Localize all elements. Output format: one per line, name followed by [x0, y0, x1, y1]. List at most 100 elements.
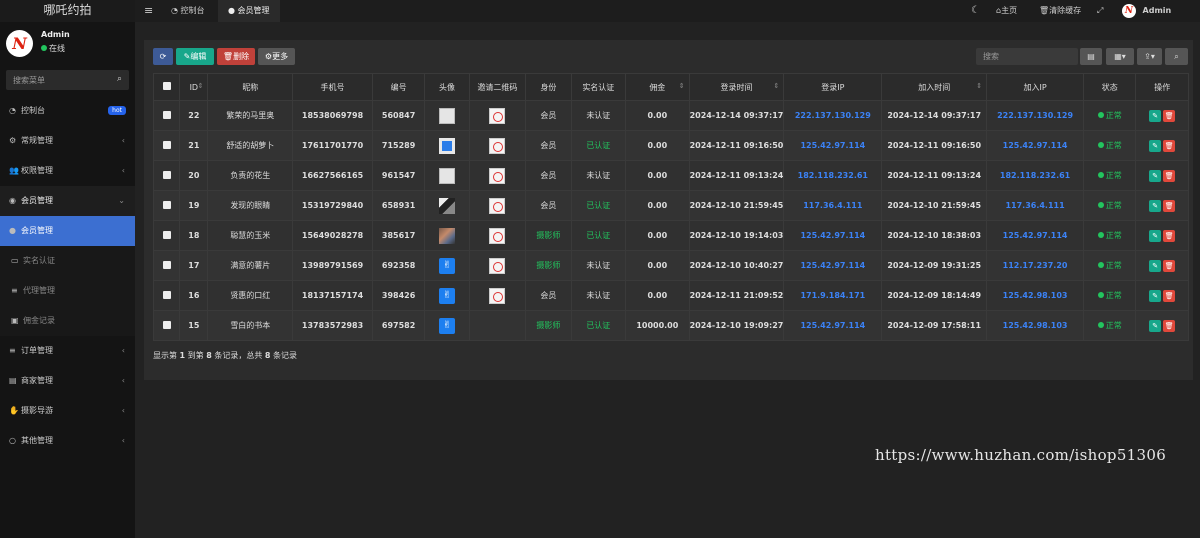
theme-moon-icon[interactable]: ☾ — [971, 0, 980, 22]
sidebar-item-4[interactable]: ● 会员管理 — [0, 216, 135, 246]
row-checkbox-cell[interactable] — [152, 220, 181, 251]
edit-row-button[interactable]: ✎ — [1149, 109, 1162, 122]
tab-dashboard[interactable]: ◔ 控制台 — [163, 0, 213, 22]
table-row[interactable]: 16 贤惠的口红 18137157174 398426 ✌ 会员 未认证 0.00 2024-1… — [152, 280, 1189, 311]
cell-login_ip[interactable]: 117.36.4.111 — [783, 190, 883, 221]
sidebar-item-0[interactable]: ◔ 控制台 hot — [0, 96, 135, 126]
table-row[interactable]: 17 满意的薯片 13989791569 692358 ✌ 摄影师 未认证 0.00 2024-… — [152, 250, 1189, 281]
search-toggle-icon[interactable]: ⌕ — [1165, 48, 1188, 65]
cell-login_ip[interactable]: 182.118.232.61 — [783, 160, 883, 191]
table-row[interactable]: 21 舒适的胡萝卜 17611701770 715289 会员 已认证 0.00 2024-1… — [152, 130, 1189, 161]
sort-icon[interactable]: ⇕ — [774, 82, 780, 90]
sidebar-item-10[interactable]: ✋ 摄影导游 ‹ — [0, 396, 135, 426]
sort-icon[interactable]: ⇕ — [679, 82, 685, 90]
qr-code-icon[interactable] — [489, 287, 506, 304]
cell-join_ip[interactable]: 125.42.97.114 — [986, 130, 1084, 161]
qr-code-icon[interactable] — [489, 197, 506, 214]
qr-code-icon[interactable] — [489, 227, 506, 244]
qr-code-icon[interactable] — [489, 257, 506, 274]
cell-join_ip[interactable]: 125.42.98.103 — [986, 280, 1084, 311]
edit-row-button[interactable]: ✎ — [1149, 259, 1162, 272]
row-checkbox[interactable] — [162, 200, 171, 209]
tab-members[interactable]: ● 会员管理 — [218, 0, 280, 22]
cell-login_ip[interactable]: 125.42.97.114 — [783, 250, 883, 281]
admin-menu[interactable]: N Admin — [1122, 0, 1171, 22]
table-row[interactable]: 19 发现的眼睛 15319729840 658931 会员 已认证 0.00 2024-12… — [152, 190, 1189, 221]
row-checkbox-cell[interactable] — [152, 100, 181, 131]
column-header[interactable]: ID ⇕ — [179, 73, 209, 101]
edit-row-button[interactable]: ✎ — [1149, 289, 1162, 302]
avatar-thumbnail[interactable]: ✌ — [439, 287, 456, 304]
menu-toggle-icon[interactable]: ≡ — [144, 0, 153, 22]
row-checkbox[interactable] — [162, 230, 171, 239]
fullscreen-icon[interactable]: ⤢ — [1097, 0, 1103, 22]
edit-row-button[interactable]: ✎ — [1149, 199, 1162, 212]
delete-button[interactable]: 🗑删除 — [217, 48, 255, 65]
edit-row-button[interactable]: ✎ — [1149, 229, 1162, 242]
row-checkbox[interactable] — [162, 260, 171, 269]
qr-code-icon[interactable] — [489, 137, 506, 154]
select-all-checkbox[interactable] — [152, 73, 181, 101]
sidebar-item-6[interactable]: ≡ 代理管理 — [0, 276, 135, 306]
sort-icon[interactable]: ⇕ — [976, 82, 982, 90]
row-checkbox-cell[interactable] — [152, 190, 181, 221]
avatar-thumbnail[interactable] — [439, 197, 456, 214]
sidebar-item-8[interactable]: ≡ 订单管理 ‹ — [0, 336, 135, 366]
delete-row-button[interactable]: 🗑 — [1163, 139, 1176, 152]
column-header[interactable]: 加入时间 ⇕ — [881, 73, 988, 101]
avatar-thumbnail[interactable]: ✌ — [439, 257, 456, 274]
qr-code-icon[interactable] — [489, 107, 506, 124]
row-checkbox[interactable] — [162, 320, 171, 329]
table-row[interactable]: 18 聪慧的玉米 15649028278 385617 摄影师 已认证 0.00 2024-1… — [152, 220, 1189, 251]
clear-cache-button[interactable]: 🗑清除缓存 — [1039, 0, 1081, 22]
cell-join_ip[interactable]: 125.42.98.103 — [986, 310, 1084, 341]
avatar-thumbnail[interactable] — [439, 227, 456, 244]
columns-icon[interactable]: ▦▾ — [1106, 48, 1134, 65]
column-header[interactable]: 登录时间 ⇕ — [688, 73, 785, 101]
home-link[interactable]: ⌂主页 — [996, 0, 1017, 22]
cell-join_ip[interactable]: 222.137.130.129 — [986, 100, 1084, 131]
cell-login_ip[interactable]: 125.42.97.114 — [783, 130, 883, 161]
menu-search-input[interactable]: 搜索菜单 ⌕ — [6, 70, 129, 90]
cell-join_ip[interactable]: 112.17.237.20 — [986, 250, 1084, 281]
qr-code-icon[interactable] — [489, 167, 506, 184]
row-checkbox[interactable] — [162, 140, 171, 149]
cell-login_ip[interactable]: 171.9.184.171 — [783, 280, 883, 311]
cell-join_ip[interactable]: 125.42.97.114 — [986, 220, 1084, 251]
sidebar-item-3[interactable]: ◉ 会员管理 ⌄ — [0, 186, 135, 216]
row-checkbox[interactable] — [162, 110, 171, 119]
row-checkbox-cell[interactable] — [152, 280, 181, 311]
edit-row-button[interactable]: ✎ — [1149, 169, 1162, 182]
sidebar-item-9[interactable]: ▤ 商家管理 ‹ — [0, 366, 135, 396]
avatar-thumbnail[interactable] — [439, 107, 456, 124]
checkbox-icon[interactable] — [162, 82, 171, 90]
avatar-thumbnail[interactable] — [439, 137, 456, 154]
refresh-button[interactable]: ⟳ — [153, 48, 173, 65]
row-checkbox-cell[interactable] — [152, 310, 181, 341]
sidebar-item-5[interactable]: ▭ 实名认证 — [0, 246, 135, 276]
delete-row-button[interactable]: 🗑 — [1163, 319, 1176, 332]
sidebar-item-2[interactable]: 👥 权限管理 ‹ — [0, 156, 135, 186]
delete-row-button[interactable]: 🗑 — [1163, 199, 1176, 212]
cell-login_ip[interactable]: 125.42.97.114 — [783, 310, 883, 341]
delete-row-button[interactable]: 🗑 — [1163, 229, 1176, 242]
sort-icon[interactable]: ⇕ — [198, 82, 204, 90]
delete-row-button[interactable]: 🗑 — [1163, 259, 1176, 272]
table-row[interactable]: 20 负责的花生 16627566165 961547 会员 未认证 0.00 2024-12… — [152, 160, 1189, 191]
sidebar-item-11[interactable]: ○ 其他管理 ‹ — [0, 426, 135, 456]
cell-login_ip[interactable]: 222.137.130.129 — [783, 100, 883, 131]
cell-join_ip[interactable]: 117.36.4.111 — [986, 190, 1084, 221]
row-checkbox[interactable] — [162, 290, 171, 299]
row-checkbox-cell[interactable] — [152, 130, 181, 161]
delete-row-button[interactable]: 🗑 — [1163, 109, 1176, 122]
export-icon[interactable]: ⇪▾ — [1137, 48, 1162, 65]
column-header[interactable]: 佣金 ⇕ — [625, 73, 690, 101]
search-icon[interactable]: ⌕ — [117, 74, 122, 84]
more-button[interactable]: ⚙更多 — [258, 48, 295, 65]
toggle-view-icon[interactable]: ▤ — [1080, 48, 1102, 65]
table-row[interactable]: 22 繁荣的马里奥 18538069798 560847 会员 未认证 0.00 2024-1… — [152, 100, 1189, 131]
cell-join_ip[interactable]: 182.118.232.61 — [986, 160, 1084, 191]
cell-login_ip[interactable]: 125.42.97.114 — [783, 220, 883, 251]
avatar-thumbnail[interactable]: ✌ — [439, 317, 456, 334]
row-checkbox-cell[interactable] — [152, 160, 181, 191]
